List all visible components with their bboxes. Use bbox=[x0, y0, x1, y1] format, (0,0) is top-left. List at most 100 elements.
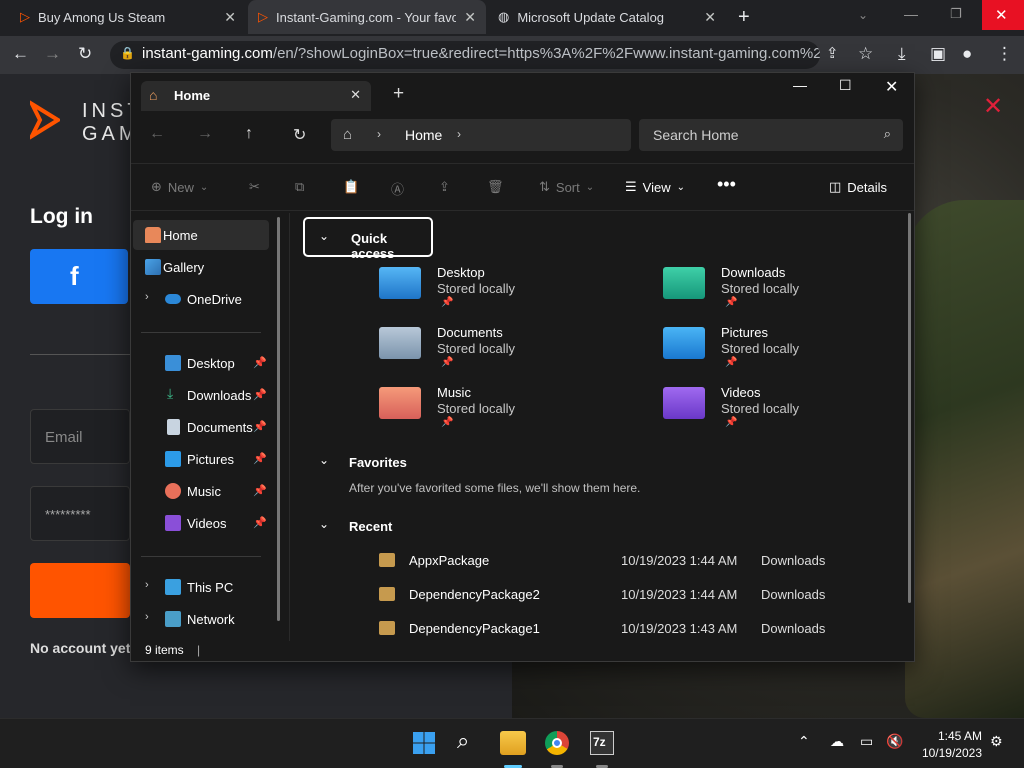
content-scrollbar[interactable] bbox=[908, 213, 911, 603]
recent-row[interactable]: DependencyPackage1 10/19/2023 1:43 AM Do… bbox=[379, 619, 839, 641]
forward-icon[interactable]: → bbox=[44, 44, 61, 64]
browser-tab-instant-gaming[interactable]: ▷ Instant-Gaming.com - Your favo ✕ bbox=[248, 0, 486, 34]
view-button[interactable]: ☰ View ⌄ bbox=[625, 179, 685, 195]
notifications-icon[interactable]: ⚙ bbox=[990, 733, 1003, 750]
breadcrumb[interactable]: Home bbox=[405, 127, 442, 143]
network-tray-icon[interactable]: ▭ bbox=[860, 733, 873, 750]
new-button[interactable]: ⊕ New ⌄ bbox=[151, 179, 208, 195]
paste-icon[interactable]: 📋 bbox=[343, 179, 359, 195]
close-login-icon[interactable]: ✕ bbox=[983, 92, 1003, 121]
recent-date: 10/19/2023 1:43 AM bbox=[621, 621, 738, 636]
nav-item-gallery[interactable]: Gallery bbox=[133, 252, 269, 282]
nav-item-videos[interactable]: Videos 📌 bbox=[133, 508, 269, 538]
profile-icon[interactable]: ● bbox=[962, 44, 972, 64]
share-icon[interactable]: ⇪ bbox=[826, 44, 839, 62]
sort-button[interactable]: ⇅ Sort ⌄ bbox=[539, 179, 594, 195]
nav-item-pictures[interactable]: Pictures 📌 bbox=[133, 444, 269, 474]
nav-scrollbar[interactable] bbox=[277, 217, 280, 621]
onedrive-tray-icon[interactable]: ☁ bbox=[830, 733, 844, 750]
nav-item-documents[interactable]: Documents 📌 bbox=[133, 412, 269, 442]
refresh-icon[interactable]: ↻ bbox=[293, 125, 306, 145]
password-field[interactable]: ********* bbox=[30, 486, 130, 541]
forward-icon[interactable]: → bbox=[197, 125, 213, 143]
new-tab-icon[interactable]: + bbox=[738, 6, 750, 29]
clock-time[interactable]: 1:45 AM bbox=[912, 729, 982, 743]
pin-icon: 📌 bbox=[441, 417, 454, 428]
close-window-button[interactable]: ✕ bbox=[982, 0, 1024, 30]
quick-access-header[interactable]: ⌄ Quick access bbox=[303, 217, 433, 261]
maximize-icon[interactable]: ☐ bbox=[839, 77, 852, 94]
quick-access-desktop[interactable]: Desktop Stored locally 📌 bbox=[379, 265, 639, 321]
nav-item-onedrive[interactable]: › OneDrive bbox=[133, 284, 269, 314]
nav-item-home[interactable]: Home bbox=[133, 220, 269, 250]
email-field[interactable]: Email bbox=[30, 409, 130, 464]
close-tab-icon[interactable]: ✕ bbox=[224, 9, 236, 26]
close-tab-icon[interactable]: ✕ bbox=[464, 9, 476, 26]
download-icon[interactable]: ⤓ bbox=[898, 44, 906, 64]
recent-row[interactable]: DependencyPackage2 10/19/2023 1:44 AM Do… bbox=[379, 585, 839, 607]
quick-access-documents[interactable]: Documents Stored locally 📌 bbox=[379, 325, 639, 381]
copy-icon[interactable]: ⧉ bbox=[295, 179, 304, 195]
qa-sub: Stored locally bbox=[721, 401, 800, 416]
file-explorer-taskbar-icon[interactable] bbox=[500, 731, 526, 755]
favorites-title[interactable]: Favorites bbox=[349, 455, 407, 470]
search-icon[interactable]: ⌕ bbox=[457, 728, 481, 753]
chevron-right-icon[interactable]: › bbox=[457, 127, 461, 141]
desktop-folder-icon bbox=[379, 267, 421, 299]
start-button[interactable] bbox=[412, 731, 436, 755]
clock-date[interactable]: 10/19/2023 bbox=[912, 746, 982, 760]
details-button[interactable]: ◫ Details bbox=[829, 179, 887, 195]
chevron-right-icon[interactable]: › bbox=[145, 291, 149, 303]
tab-search-icon[interactable]: ⌄ bbox=[858, 8, 868, 22]
menu-icon[interactable]: ⋮ bbox=[996, 44, 1013, 64]
search-input[interactable]: Search Home ⌕ bbox=[639, 119, 903, 151]
7zip-taskbar-icon[interactable]: 7z bbox=[590, 731, 614, 755]
back-icon[interactable]: ← bbox=[12, 44, 29, 64]
explorer-tab-home[interactable]: ⌂ Home ✕ bbox=[141, 81, 371, 111]
chevron-right-icon[interactable]: › bbox=[145, 579, 149, 591]
chevron-up-icon[interactable]: ⌃ bbox=[798, 733, 810, 750]
login-submit-button[interactable] bbox=[30, 563, 130, 618]
pane-divider[interactable] bbox=[289, 213, 290, 641]
chevron-right-icon[interactable]: › bbox=[145, 611, 149, 623]
close-tab-icon[interactable]: ✕ bbox=[704, 9, 716, 26]
close-tab-icon[interactable]: ✕ bbox=[350, 87, 361, 103]
nav-item-this-pc[interactable]: › This PC bbox=[133, 572, 269, 602]
nav-item-network[interactable]: › Network bbox=[133, 604, 269, 634]
search-placeholder: Search Home bbox=[653, 127, 739, 143]
volume-muted-icon[interactable]: 🔇 bbox=[886, 733, 903, 750]
nav-item-desktop[interactable]: Desktop 📌 bbox=[133, 348, 269, 378]
minimize-icon[interactable]: — bbox=[793, 77, 807, 93]
cut-icon[interactable]: ✂ bbox=[249, 179, 260, 195]
close-icon[interactable]: ✕ bbox=[885, 77, 898, 97]
quick-access-videos[interactable]: Videos Stored locally 📌 bbox=[663, 385, 923, 441]
nav-item-downloads[interactable]: ⤓ Downloads 📌 bbox=[133, 380, 269, 410]
quick-access-music[interactable]: Music Stored locally 📌 bbox=[379, 385, 639, 441]
quick-access-pictures[interactable]: Pictures Stored locally 📌 bbox=[663, 325, 923, 381]
quick-access-downloads[interactable]: Downloads Stored locally 📌 bbox=[663, 265, 923, 321]
nav-item-music[interactable]: Music 📌 bbox=[133, 476, 269, 506]
chevron-down-icon[interactable]: ⌄ bbox=[319, 453, 329, 467]
delete-icon[interactable]: 🗑 bbox=[487, 179, 504, 195]
qa-sub: Stored locally bbox=[721, 281, 800, 296]
back-icon[interactable]: ← bbox=[149, 125, 165, 143]
reload-icon[interactable]: ↻ bbox=[78, 44, 92, 64]
new-tab-icon[interactable]: + bbox=[393, 83, 404, 105]
browser-tab-update-catalog[interactable]: ◍ Microsoft Update Catalog ✕ bbox=[488, 0, 726, 34]
chrome-taskbar-icon[interactable] bbox=[545, 731, 569, 755]
more-options-icon[interactable]: ••• bbox=[717, 174, 736, 195]
share-icon[interactable]: ⇪ bbox=[439, 179, 450, 195]
restore-icon[interactable]: ❐ bbox=[950, 6, 962, 22]
facebook-login-button[interactable]: f bbox=[30, 249, 128, 304]
side-panel-icon[interactable]: ▣ bbox=[930, 44, 946, 64]
bookmark-star-icon[interactable]: ☆ bbox=[858, 44, 873, 64]
recent-title[interactable]: Recent bbox=[349, 519, 392, 534]
explorer-address-bar[interactable]: ⌂ › Home › bbox=[331, 119, 631, 151]
up-icon[interactable]: ↑ bbox=[245, 125, 253, 143]
minimize-icon[interactable]: — bbox=[904, 6, 918, 22]
rename-icon[interactable]: Ⓐ bbox=[391, 179, 404, 198]
browser-tab-among-us[interactable]: ▷ Buy Among Us Steam ✕ bbox=[10, 0, 246, 34]
chevron-down-icon[interactable]: ⌄ bbox=[319, 517, 329, 531]
address-bar[interactable]: 🔒 instant-gaming.com/en/?showLoginBox=tr… bbox=[110, 41, 820, 69]
recent-row[interactable]: AppxPackage 10/19/2023 1:44 AM Downloads bbox=[379, 551, 839, 573]
